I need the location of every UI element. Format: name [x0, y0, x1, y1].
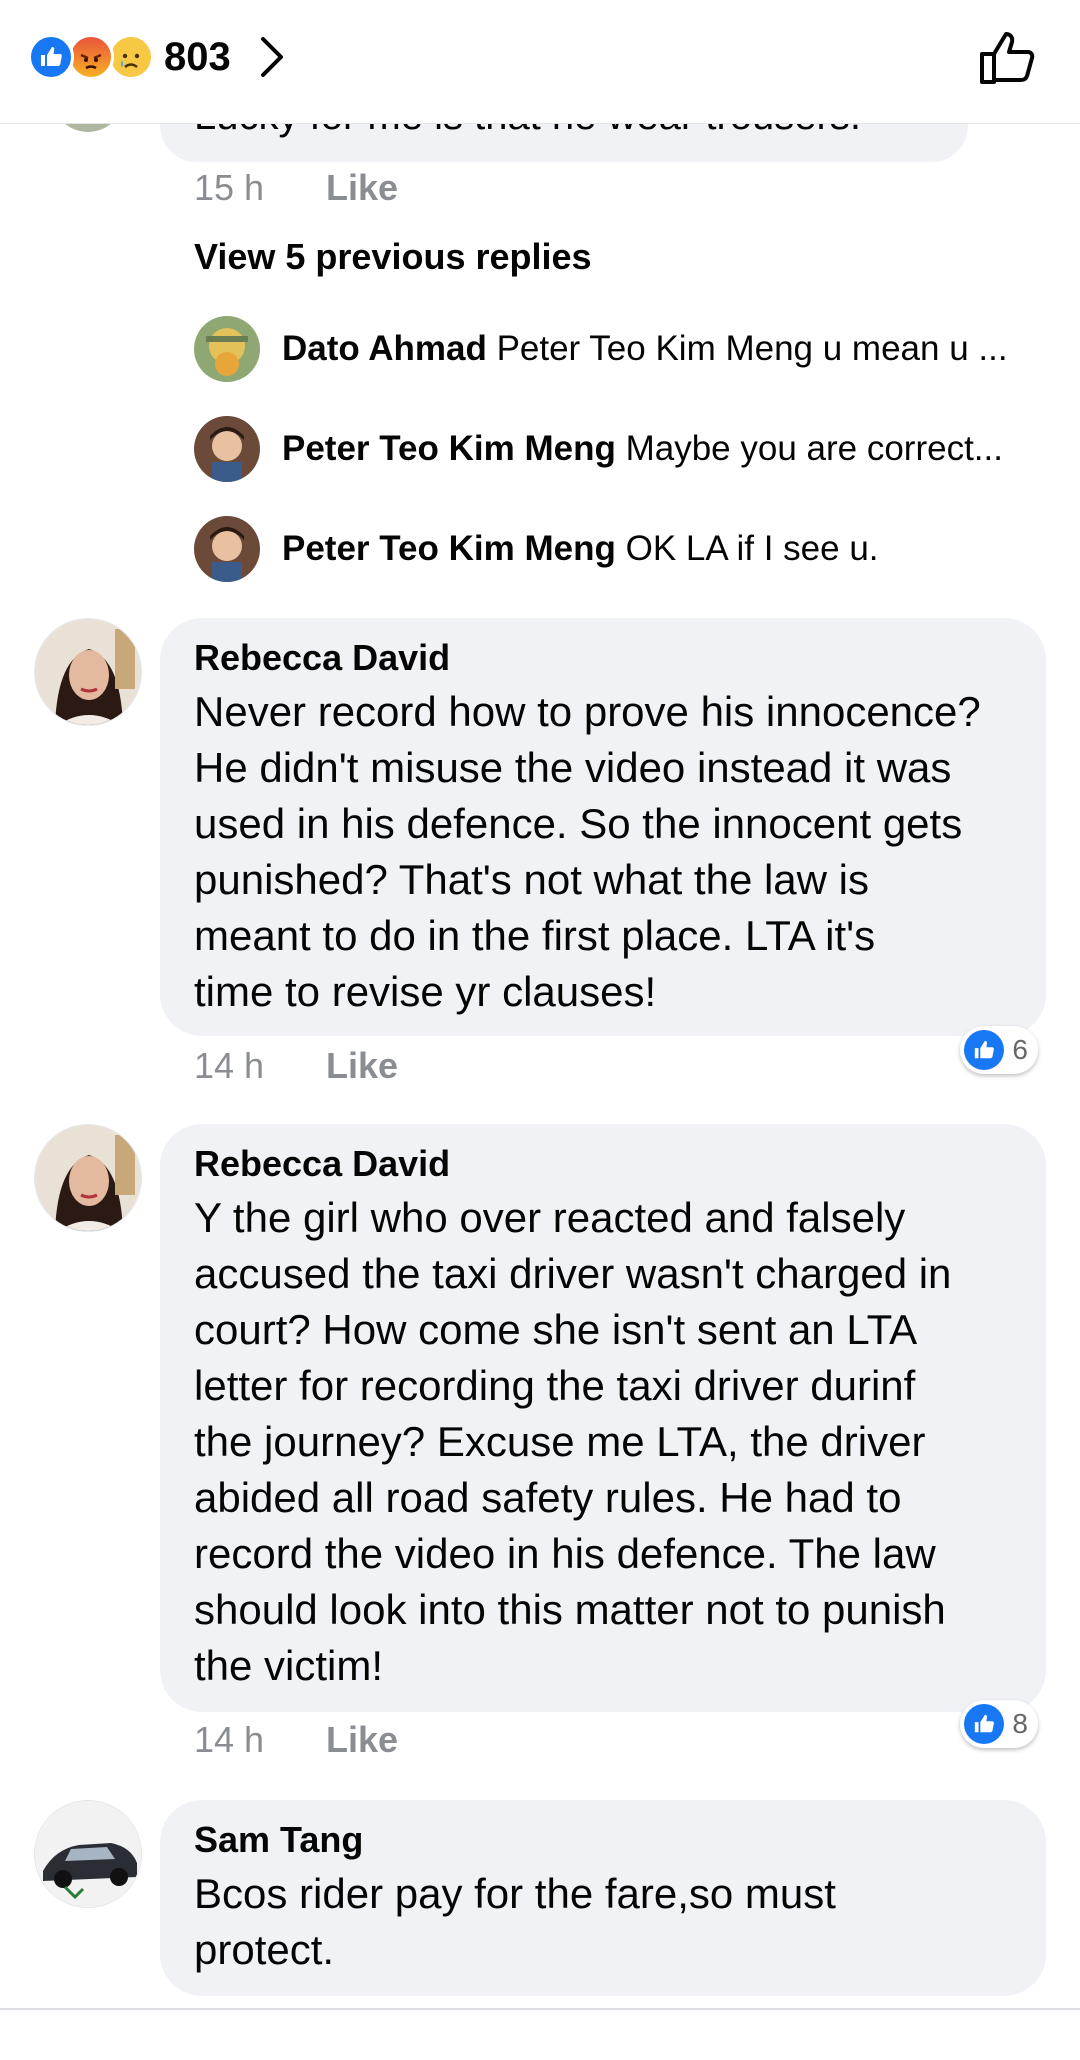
angry-reaction-icon: [68, 34, 114, 80]
like-count: 6: [1012, 1034, 1028, 1065]
reply-item[interactable]: Peter Teo Kim Meng OK LA if I see u.: [194, 516, 1034, 582]
like-count-badge[interactable]: 8: [960, 1700, 1038, 1748]
avatar: [194, 416, 260, 482]
comment-timestamp: 14 h: [194, 1719, 265, 1760]
comment-text: Y the girl who over reacted and falsely …: [194, 1194, 952, 1689]
reply-text: OK LA if I see u.: [625, 529, 879, 568]
avatar: [194, 316, 260, 382]
comment-meta: 14 h Like: [194, 1718, 398, 1762]
like-button[interactable]: Like: [326, 1719, 398, 1761]
comment-text: Never record how to prove his innocence?…: [194, 688, 981, 1015]
like-thumb-icon[interactable]: [976, 26, 1040, 90]
like-button[interactable]: Like: [326, 167, 398, 209]
reply-author[interactable]: Peter Teo Kim Meng: [282, 429, 616, 468]
comment-meta: 14 h Like: [194, 1044, 398, 1088]
reply-item[interactable]: Peter Teo Kim Meng Maybe you are correct…: [194, 416, 1034, 482]
avatar[interactable]: [34, 1800, 142, 1908]
reactions-header: 803: [0, 0, 1080, 124]
comment-author[interactable]: Rebecca David: [194, 636, 1012, 680]
like-button[interactable]: Like: [326, 1045, 398, 1087]
reply-text: Peter Teo Kim Meng u mean u ...: [496, 329, 1008, 368]
sad-reaction-icon: [108, 34, 154, 80]
reply-author[interactable]: Dato Ahmad: [282, 329, 487, 368]
comment-meta: 15 h Like: [194, 166, 398, 210]
like-reaction-icon: [28, 34, 74, 80]
reply-text: Maybe you are correct...: [625, 429, 1003, 468]
divider: [0, 2008, 1080, 2010]
comment-timestamp: 15 h: [194, 167, 265, 208]
reply-item[interactable]: Dato Ahmad Peter Teo Kim Meng u mean u .…: [194, 316, 1034, 382]
like-count-badge[interactable]: 6: [960, 1026, 1038, 1074]
comment-bubble: Rebecca David Never record how to prove …: [160, 618, 1046, 1036]
avatar[interactable]: [34, 618, 142, 726]
comment-bubble: Sam Tang Bcos rider pay for the fare,so …: [160, 1800, 1046, 1996]
avatar[interactable]: [34, 1124, 142, 1232]
reaction-count: 803: [164, 34, 231, 79]
avatar: [194, 516, 260, 582]
like-count: 8: [1012, 1708, 1028, 1739]
view-previous-replies-link[interactable]: View 5 previous replies: [194, 236, 592, 278]
comment-bubble: Rebecca David Y the girl who over reacte…: [160, 1124, 1046, 1712]
chevron-right-icon[interactable]: [259, 34, 289, 80]
comment-author[interactable]: Rebecca David: [194, 1142, 1012, 1186]
reply-author[interactable]: Peter Teo Kim Meng: [282, 529, 616, 568]
comment-text: Bcos rider pay for the fare,so must prot…: [194, 1870, 836, 1973]
like-reaction-icon: [964, 1030, 1005, 1070]
reactions-summary[interactable]: 803: [28, 34, 289, 80]
comment-author[interactable]: Sam Tang: [194, 1818, 1012, 1862]
comment-timestamp: 14 h: [194, 1045, 265, 1086]
like-reaction-icon: [964, 1704, 1005, 1744]
